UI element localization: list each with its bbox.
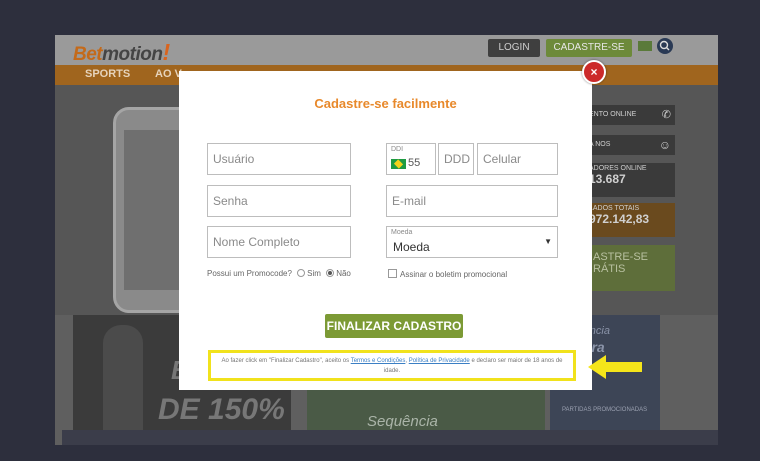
- sidebar-nos[interactable]: A NOS ☺: [585, 135, 675, 155]
- phone-icon: ✆: [661, 109, 671, 121]
- register-button[interactable]: CADASTRE-SE: [546, 39, 632, 57]
- nav-item-sports[interactable]: SPORTS: [85, 68, 130, 80]
- chevron-down-icon: ▼: [544, 237, 552, 246]
- promocode-no-radio[interactable]: [326, 269, 335, 277]
- phone-field[interactable]: Celular: [477, 143, 558, 175]
- currency-select[interactable]: Moeda Moeda ▼: [386, 226, 558, 258]
- highlight-arrow-icon: [588, 355, 642, 379]
- terms-notice: Ao fazer click em "Finalizar Cadastro", …: [208, 350, 576, 381]
- sidebar-online-label: ENTO ONLINE: [589, 111, 637, 118]
- email-placeholder: E-mail: [392, 194, 427, 208]
- sidebar-online[interactable]: ENTO ONLINE ✆: [585, 105, 675, 125]
- phone-placeholder: Celular: [483, 152, 522, 166]
- promocode-no-label[interactable]: Não: [336, 269, 351, 278]
- frame-bottom: [62, 430, 718, 445]
- cta-line2: RÁTIS: [593, 263, 626, 275]
- newsletter-label[interactable]: Assinar o boletim promocional: [400, 270, 507, 279]
- sidebar-totals: LADOS TOTAIS 972.142,83: [585, 203, 675, 237]
- ddi-select[interactable]: DDI 55: [386, 143, 436, 175]
- logo[interactable]: Betmotion!: [73, 39, 170, 66]
- modal-title: Cadastre-se facilmente: [314, 96, 457, 111]
- cta-line1: ASTRE-SE: [593, 251, 649, 263]
- smile-icon: ☺: [658, 138, 671, 152]
- promo-mid-text: Sequência: [367, 413, 438, 430]
- players-value: 13.687: [589, 172, 626, 186]
- nav-item-live[interactable]: AO V: [155, 68, 182, 80]
- newsletter-checkbox[interactable]: [388, 269, 397, 278]
- promocode-question: Possui um Promocode? Sim Não: [207, 269, 351, 278]
- email-field[interactable]: E-mail: [386, 185, 558, 217]
- ddi-value: 55: [408, 157, 421, 169]
- promocode-yes-label[interactable]: Sim: [307, 269, 321, 278]
- search-icon[interactable]: [657, 38, 673, 54]
- totals-value: 972.142,83: [589, 212, 650, 226]
- password-field[interactable]: Senha: [207, 185, 351, 217]
- sidebar-register-cta[interactable]: ASTRE-SE RÁTIS: [585, 245, 675, 291]
- totals-label: LADOS TOTAIS: [589, 205, 640, 212]
- players-label: ADORES ONLINE: [589, 165, 647, 172]
- currency-label: Moeda: [391, 229, 413, 236]
- registration-modal: Cadastre-se facilmente Usuário DDI 55 DD…: [179, 71, 592, 390]
- site-header: Betmotion! LOGIN CADASTRE-SE: [55, 35, 718, 65]
- sidebar-players: ADORES ONLINE 13.687: [585, 163, 675, 197]
- promocode-yes-radio[interactable]: [297, 269, 306, 277]
- logo-motion: motion: [102, 44, 163, 65]
- terms-link[interactable]: Termos e Condições: [351, 358, 406, 364]
- close-icon[interactable]: ×: [582, 60, 606, 84]
- sidebar-nos-label: A NOS: [589, 141, 611, 148]
- logo-bang: !: [162, 39, 170, 65]
- promo-right-line3: PARTIDAS PROMOCIONADAS: [562, 407, 648, 413]
- newsletter-option: Assinar o boletim promocional: [388, 269, 507, 279]
- fullname-field[interactable]: Nome Completo: [207, 226, 351, 258]
- ddi-label: DDI: [391, 146, 404, 153]
- fullname-placeholder: Nome Completo: [213, 235, 300, 249]
- privacy-link[interactable]: Política de Privacidade: [409, 358, 470, 364]
- terms-prefix: Ao fazer click em "Finalizar Cadastro", …: [221, 358, 350, 364]
- player-illustration: [103, 325, 143, 435]
- password-placeholder: Senha: [213, 194, 248, 208]
- username-placeholder: Usuário: [213, 152, 255, 166]
- brazil-flag-icon: [391, 159, 406, 169]
- ddd-placeholder: DDD: [444, 152, 470, 166]
- currency-value: Moeda: [393, 240, 430, 254]
- ddd-field[interactable]: DDD: [438, 143, 474, 175]
- promo-left-text: DE 150%: [158, 393, 285, 426]
- finalize-button[interactable]: FINALIZAR CADASTRO: [325, 314, 463, 338]
- username-field[interactable]: Usuário: [207, 143, 351, 175]
- promocode-label: Possui um Promocode?: [207, 269, 292, 278]
- flag-icon[interactable]: [638, 41, 652, 51]
- login-button[interactable]: LOGIN: [488, 39, 540, 57]
- logo-bet: Bet: [73, 44, 103, 65]
- terms-separator: ,: [405, 358, 408, 364]
